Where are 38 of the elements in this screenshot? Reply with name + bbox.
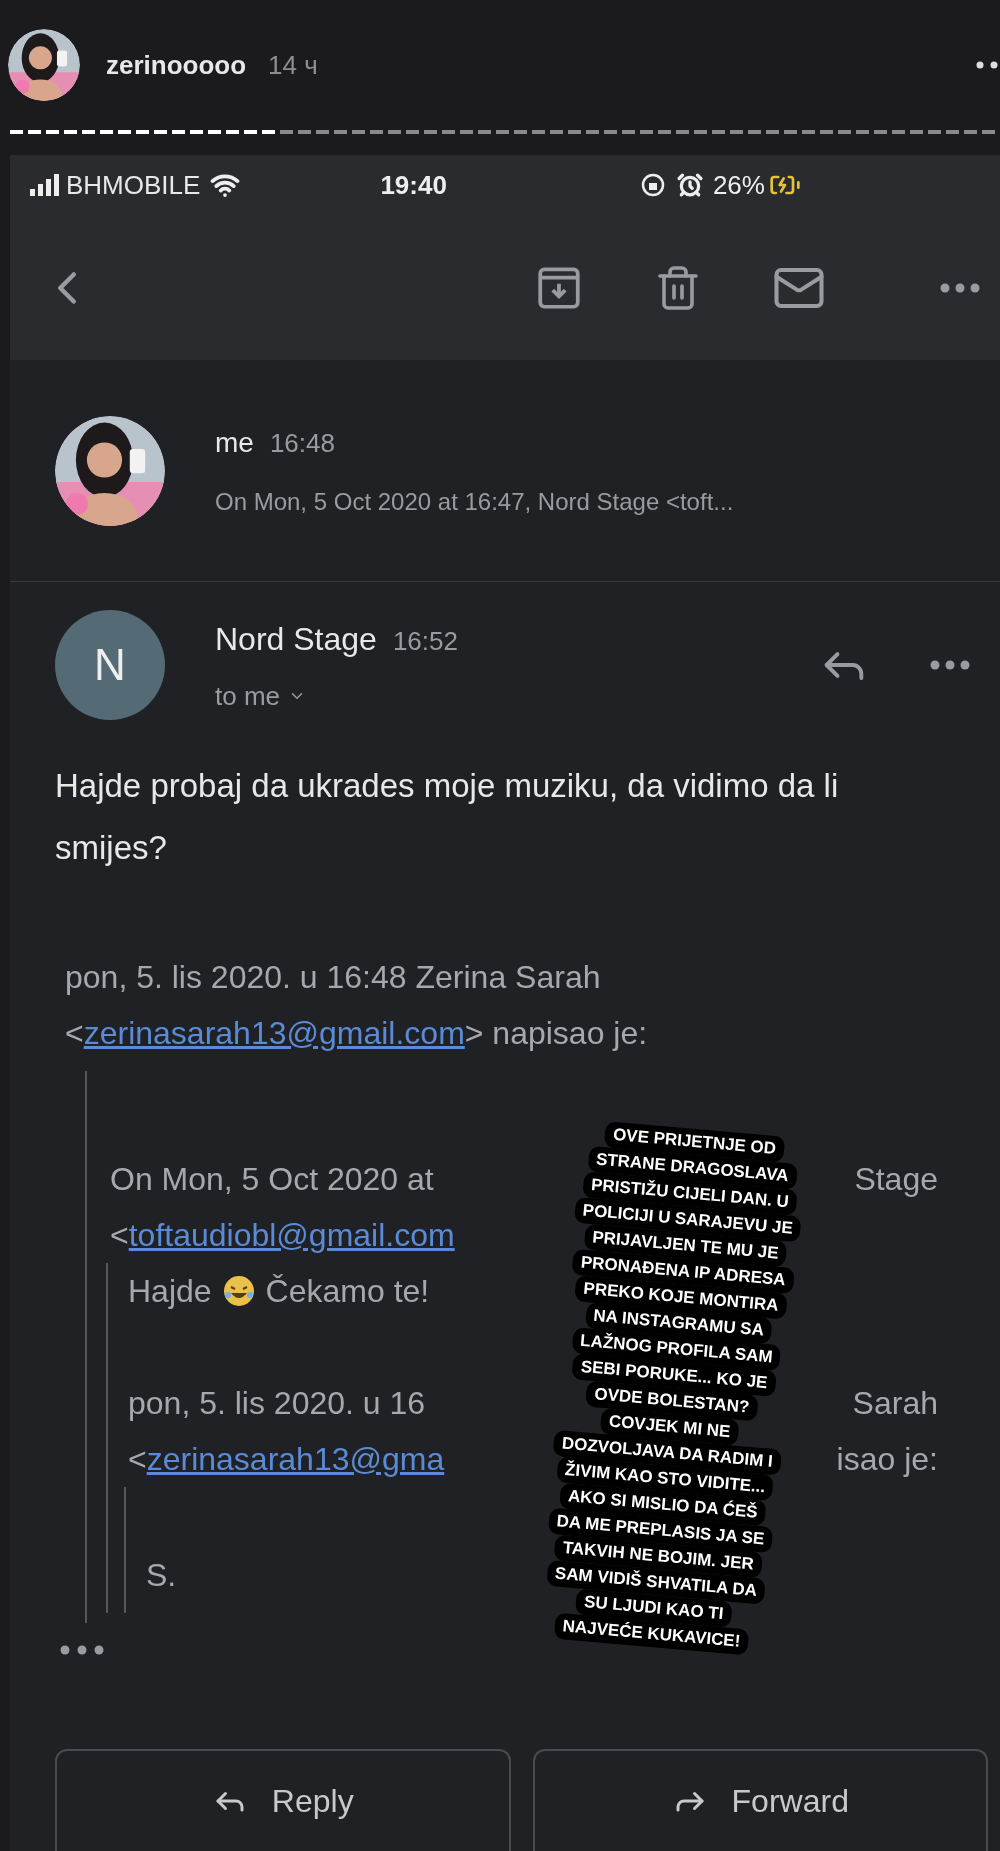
- reply-button[interactable]: Reply: [55, 1749, 511, 1851]
- username[interactable]: zerinooooo: [106, 45, 247, 85]
- quoted-text: Stage: [854, 1160, 938, 1199]
- rotation-lock-icon: [640, 173, 665, 197]
- battery-percent: 26%: [712, 168, 765, 202]
- forward-button[interactable]: Forward: [532, 1749, 988, 1851]
- quoted-text: Sarah: [852, 1384, 938, 1423]
- post-time: 14 ч: [268, 48, 318, 82]
- laughing-emoji-icon: [221, 1274, 256, 1308]
- quoted-text: S.: [146, 1556, 177, 1595]
- signal-icon: [30, 174, 60, 196]
- email-link[interactable]: toftaudiobl@gmail.com: [128, 1211, 455, 1259]
- quoted-text: pon, 5. lis 2020. u 16: [128, 1384, 426, 1423]
- carrier-name: BHMOBILE: [66, 168, 201, 202]
- quoted-text: pon, 5. lis 2020. u 16:48 Zerina Sarah: [65, 958, 601, 997]
- more-icon[interactable]: [940, 282, 980, 293]
- alarm-icon: [676, 172, 703, 198]
- sender-avatar: N: [55, 610, 165, 720]
- email-link[interactable]: zerinasarah13@gma: [146, 1435, 445, 1483]
- show-more-icon[interactable]: [60, 1645, 104, 1655]
- message-body: Hajde probaj da ukrades moje muziku, da vidimo da li smijes?: [54, 766, 840, 868]
- quoted-text: On Mon, 5 Oct 2020 at: [110, 1160, 434, 1199]
- thread-message[interactable]: me 16:48 On Mon, 5 Oct 2020 at 16:47, Nord Stage <toft...: [10, 360, 1000, 582]
- quoted-text: <zerinasarah13@gma: [128, 1435, 445, 1483]
- more-icon[interactable]: [930, 660, 970, 670]
- quoted-text: Hajde Čekamo te!: [128, 1272, 430, 1311]
- quoted-text: <toftaudiobl@gmail.com: [110, 1211, 455, 1259]
- quoted-text: isao je:: [836, 1440, 938, 1479]
- quoted-text: <zerinasarah13@gmail.com> napisao je:: [65, 1009, 648, 1057]
- message-time: 16:52: [392, 624, 458, 658]
- message-snippet: On Mon, 5 Oct 2020 at 16:47, Nord Stage <toft...: [215, 486, 734, 517]
- recipient-toggle[interactable]: to me: [215, 676, 458, 716]
- message-time: 16:48: [269, 426, 335, 460]
- sender-name: me: [215, 425, 254, 460]
- email-link[interactable]: zerinasarah13@gmail.com: [83, 1009, 465, 1057]
- more-icon[interactable]: [976, 61, 1000, 69]
- sender-name: Nord Stage: [215, 619, 377, 659]
- clock-time: 19:40: [380, 168, 447, 202]
